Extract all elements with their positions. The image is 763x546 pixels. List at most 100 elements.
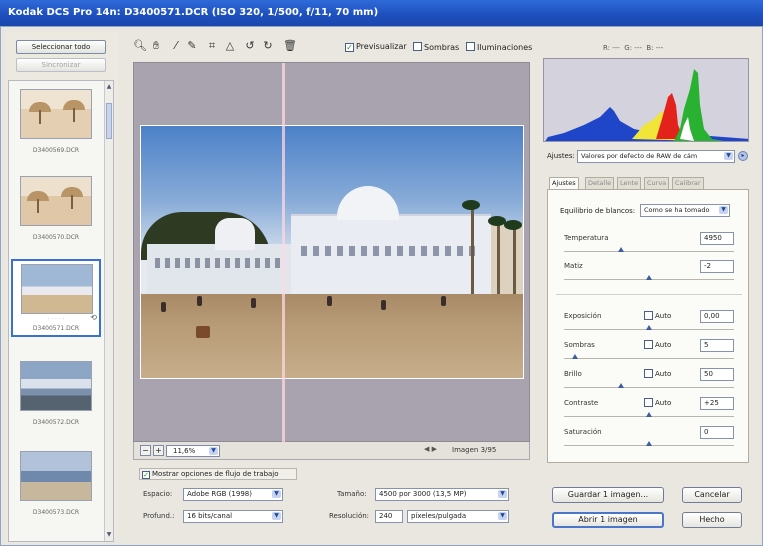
tab-curva[interactable]: Curva xyxy=(644,177,670,189)
trash-icon[interactable]: 🗑︎ xyxy=(283,39,297,52)
depth-label: Profund.: xyxy=(143,512,175,520)
zoom-icon[interactable]: 🔍︎ xyxy=(133,39,147,52)
preview-checkbox[interactable]: ✓ Previsualizar xyxy=(345,42,407,52)
thumbnail xyxy=(20,451,92,501)
size-label: Tamaño: xyxy=(337,490,367,498)
saturation-control: Saturación 0 xyxy=(564,426,734,454)
brightness-slider[interactable] xyxy=(618,383,625,388)
zoom-in-button[interactable]: + xyxy=(153,445,164,456)
saturation-input[interactable]: 0 xyxy=(700,426,734,439)
size-select[interactable]: 4500 por 3000 (13,5 MP) ▼ xyxy=(375,488,509,501)
workflow-options: ✓ Mostrar opciones de flujo de trabajo Es… xyxy=(133,468,530,540)
contrast-auto-checkbox[interactable]: Auto xyxy=(644,398,671,407)
temperature-slider[interactable] xyxy=(618,247,625,252)
rotate-left-icon[interactable]: ↺ xyxy=(243,39,257,52)
shadows-checkbox[interactable]: Sombras xyxy=(413,42,459,52)
toolbar: 🔍︎ ✋︎ ⁄ ✎ ⌗ △ ↺ ↻ 🗑︎ ✓ Previsualizar Somb… xyxy=(133,38,533,56)
resolution-input[interactable]: 240 xyxy=(375,510,403,523)
rating-stars[interactable]: · · · · · ⟲ xyxy=(13,313,99,323)
white-balance-select[interactable]: Como se ha tomado ▼ xyxy=(640,204,730,217)
shadows-slider[interactable] xyxy=(572,354,579,359)
depth-select[interactable]: 16 bits/canal ▼ xyxy=(183,510,283,523)
image-preview[interactable] xyxy=(133,62,530,443)
brightness-auto-checkbox[interactable]: Auto xyxy=(644,369,671,378)
scroll-up-icon[interactable]: ▲ xyxy=(106,83,112,91)
filmstrip-item[interactable]: D3400573.DCR xyxy=(15,451,97,516)
rotate-icon[interactable]: ⟲ xyxy=(90,313,97,322)
save-image-button[interactable]: Guardar 1 imagen... xyxy=(552,487,664,503)
white-balance-icon[interactable]: ⁄ xyxy=(169,39,183,52)
filmstrip-filename: D3400571.DCR xyxy=(32,325,80,332)
preview-photo[interactable] xyxy=(140,125,524,379)
done-button[interactable]: Hecho xyxy=(682,512,742,528)
image-nav-arrows[interactable]: ◀ ▶ xyxy=(424,445,437,453)
thumbnail xyxy=(20,176,92,226)
chevron-down-icon: ▼ xyxy=(498,490,507,498)
shadows-input[interactable]: 5 xyxy=(700,339,734,352)
rgb-readout: R: --- G: --- B: --- xyxy=(603,44,664,52)
window-title: Kodak DCS Pro 14n: D3400571.DCR (ISO 320… xyxy=(0,0,763,26)
highlights-checkbox[interactable]: Iluminaciones xyxy=(466,42,532,52)
filmstrip-filename: D3400572.DCR xyxy=(32,419,80,426)
temperature-input[interactable]: 4950 xyxy=(700,232,734,245)
image-counter: Imagen 3/95 xyxy=(452,446,497,454)
contrast-slider[interactable] xyxy=(646,412,652,417)
tab-calibrar[interactable]: Calibrar xyxy=(672,177,704,189)
color-sampler-icon[interactable]: ✎ xyxy=(185,39,199,52)
brightness-input[interactable]: 50 xyxy=(700,368,734,381)
zoom-level-select[interactable]: 11,6% ▼ xyxy=(166,445,220,457)
synchronize-button[interactable]: Sincronizar xyxy=(16,58,106,72)
crop-icon[interactable]: ⌗ xyxy=(205,39,219,53)
filmstrip-item-selected[interactable]: · · · · · ⟲ D3400571.DCR xyxy=(11,259,101,337)
zoom-out-button[interactable]: − xyxy=(140,445,151,456)
straighten-icon[interactable]: △ xyxy=(223,39,237,52)
scroll-down-icon[interactable]: ▼ xyxy=(106,531,112,539)
rotate-right-icon[interactable]: ↻ xyxy=(261,39,275,52)
contrast-input[interactable]: +25 xyxy=(700,397,734,410)
filmstrip-item[interactable]: D3400570.DCR xyxy=(15,176,97,241)
scroll-thumb[interactable] xyxy=(106,103,112,139)
select-all-button[interactable]: Seleccionar todo xyxy=(16,40,106,54)
settings-menu-icon[interactable]: ▸ xyxy=(738,151,748,161)
open-image-button[interactable]: Abrir 1 imagen xyxy=(552,512,664,528)
exposure-control: Exposición Auto 0,00 xyxy=(564,310,734,338)
chevron-down-icon: ▼ xyxy=(498,512,507,520)
tab-strip: Ajustes Detalle Lente Curva Calibrar xyxy=(547,177,749,190)
histogram xyxy=(543,58,749,142)
saturation-slider[interactable] xyxy=(646,441,652,446)
filmstrip-list: D3400569.DCR D3400570.DCR · · · · · ⟲ D34… xyxy=(8,80,114,542)
exposure-input[interactable]: 0,00 xyxy=(700,310,734,323)
thumbnail xyxy=(21,264,93,314)
brightness-control: Brillo Auto 50 xyxy=(564,368,734,396)
white-balance-label: Equilibrio de blancos: xyxy=(560,207,636,215)
thumbnail xyxy=(20,361,92,411)
tint-control: Matiz -2 xyxy=(564,260,734,288)
settings-row: Ajustes: Valores por defecto de RAW de c… xyxy=(547,150,748,164)
divider xyxy=(556,294,742,295)
checkmark-icon: ✓ xyxy=(142,471,150,479)
tint-input[interactable]: -2 xyxy=(700,260,734,273)
thumbnail xyxy=(20,89,92,139)
space-select[interactable]: Adobe RGB (1998) ▼ xyxy=(183,488,283,501)
preview-footer: − + 11,6% ▼ ◀ ▶ Imagen 3/95 xyxy=(133,442,530,460)
space-label: Espacio: xyxy=(143,490,173,498)
exposure-slider[interactable] xyxy=(646,325,652,330)
settings-select[interactable]: Valores por defecto de RAW de cám ▼ xyxy=(577,150,735,163)
tab-lente[interactable]: Lente xyxy=(617,177,642,189)
filmstrip-item[interactable]: D3400572.DCR xyxy=(15,361,97,426)
filmstrip-panel: Seleccionar todo Sincronizar D3400569.DC… xyxy=(6,32,118,542)
resolution-unit-select[interactable]: píxeles/pulgada ▼ xyxy=(407,510,509,523)
filmstrip-filename: D3400573.DCR xyxy=(32,509,80,516)
cancel-button[interactable]: Cancelar xyxy=(682,487,742,503)
show-workflow-checkbox[interactable]: ✓ Mostrar opciones de flujo de trabajo xyxy=(139,468,297,480)
split-line xyxy=(282,63,285,443)
filmstrip-item[interactable]: D3400569.DCR xyxy=(15,89,97,154)
tab-detalle[interactable]: Detalle xyxy=(585,177,615,189)
exposure-auto-checkbox[interactable]: Auto xyxy=(644,311,671,320)
shadows-auto-checkbox[interactable]: Auto xyxy=(644,340,671,349)
filmstrip-scrollbar[interactable]: ▲ ▼ xyxy=(104,81,113,541)
hand-icon[interactable]: ✋︎ xyxy=(149,39,163,53)
contrast-control: Contraste Auto +25 xyxy=(564,397,734,425)
checkmark-icon: ✓ xyxy=(345,43,354,52)
tint-slider[interactable] xyxy=(646,275,652,280)
